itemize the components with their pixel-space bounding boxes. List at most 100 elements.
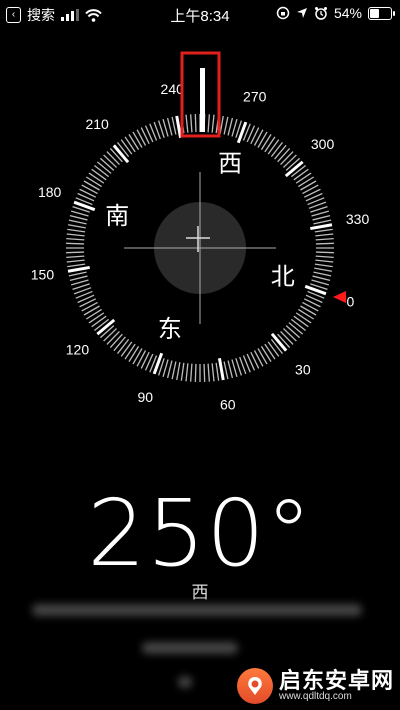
compass-tick	[260, 134, 272, 150]
compass-tick	[116, 339, 130, 354]
compass-tick	[166, 117, 173, 136]
compass-tick	[66, 251, 85, 254]
compass-tick	[311, 279, 329, 286]
degree-label: 180	[38, 184, 62, 200]
degree-label: 90	[137, 389, 153, 405]
compass-tick	[176, 362, 181, 381]
compass-tick	[120, 139, 133, 155]
compass-tick	[217, 358, 225, 381]
watermark-site: www.qdltdq.com	[278, 691, 352, 703]
degree-label: 330	[346, 211, 370, 227]
degree-label: 30	[295, 361, 311, 377]
compass-tick	[69, 214, 88, 221]
compass-tick	[300, 180, 317, 191]
compass-tick	[128, 134, 140, 150]
compass-tick	[264, 136, 276, 153]
compass-tick	[71, 210, 89, 217]
compass-tick	[81, 301, 98, 312]
degree-label: 270	[243, 88, 267, 104]
compass-tick	[293, 168, 309, 181]
compass-tick	[313, 271, 332, 277]
compass-tick	[312, 275, 331, 282]
compass-tick	[136, 129, 147, 146]
compass-tick	[88, 172, 105, 184]
compass-tick	[227, 360, 234, 379]
compass-tick	[288, 322, 304, 335]
compass-tick	[223, 361, 229, 380]
compass-tick	[227, 117, 234, 136]
compass-tick	[315, 259, 334, 263]
compass-tick	[203, 363, 206, 382]
compass-tick	[267, 341, 280, 357]
compass-tick	[136, 350, 147, 367]
compass-tick	[295, 312, 312, 324]
compass-tick	[313, 219, 332, 225]
degree-label: 0	[346, 293, 354, 309]
compass-tick	[69, 275, 88, 282]
compass-tick	[315, 238, 334, 241]
north-indicator-icon	[333, 291, 346, 303]
watermark-name: 启东安卓网	[278, 668, 394, 694]
compass-tick	[120, 341, 133, 357]
compass-tick	[132, 131, 143, 148]
compass-tick	[66, 233, 85, 237]
compass-tick	[103, 328, 118, 342]
compass-tick	[211, 363, 215, 382]
compass-tick	[315, 251, 334, 254]
compass-tick	[106, 330, 120, 345]
watermark-logo-icon	[236, 668, 273, 704]
blurred-dot	[178, 676, 192, 688]
compass-tick	[175, 115, 183, 138]
compass-tick	[207, 114, 210, 133]
compass-tick	[86, 176, 102, 188]
degree-label: 300	[311, 136, 335, 152]
compass-tick	[298, 308, 314, 320]
degree-label: 60	[220, 396, 236, 412]
compass-tick	[106, 151, 120, 166]
compass-tick	[96, 161, 112, 174]
compass-tick	[231, 359, 238, 377]
compass-tick	[171, 116, 177, 135]
heading-direction: 西	[191, 583, 209, 602]
compass-tick	[293, 315, 309, 328]
compass-tick	[300, 305, 317, 316]
compass-tick	[86, 308, 102, 320]
compass-tick	[207, 363, 210, 382]
compass-tick	[260, 346, 272, 362]
compass-tick	[66, 238, 85, 241]
compass-tick	[274, 144, 287, 160]
compass-tick	[128, 346, 140, 362]
compass-tick	[315, 242, 334, 245]
compass-tick	[190, 363, 193, 382]
compass-tick	[190, 114, 193, 133]
compass-tick	[282, 328, 297, 342]
compass-tick	[311, 210, 329, 217]
compass-tick	[66, 255, 85, 258]
compass-tick	[103, 154, 118, 168]
compass-tick	[171, 361, 177, 380]
compass-tick	[81, 184, 98, 195]
compass-tick	[315, 233, 334, 237]
compass-tick	[302, 184, 319, 195]
compass-tick	[66, 259, 85, 263]
compass-tick	[315, 255, 334, 258]
compass-tick	[180, 362, 185, 381]
compass-tick	[68, 219, 87, 225]
compass-tick	[231, 119, 238, 137]
compass-dial[interactable]: 0306090120150180210240 270300330 西 北 东 南	[0, 0, 400, 470]
compass-tick	[185, 114, 189, 133]
compass-tick	[67, 263, 86, 268]
compass-tick	[71, 279, 89, 286]
compass-tick	[314, 267, 333, 272]
compass-tick	[215, 362, 220, 381]
compass-tick	[302, 301, 319, 312]
compass-tick	[285, 325, 301, 339]
compass-tick	[88, 312, 105, 324]
compass-tick	[162, 119, 169, 137]
cardinal-west: 西	[218, 151, 242, 178]
compass-tick	[162, 359, 169, 377]
compass-tick	[91, 315, 107, 328]
compass-tick	[282, 154, 297, 168]
compass-tick	[314, 228, 333, 233]
compass-tick	[219, 115, 224, 134]
